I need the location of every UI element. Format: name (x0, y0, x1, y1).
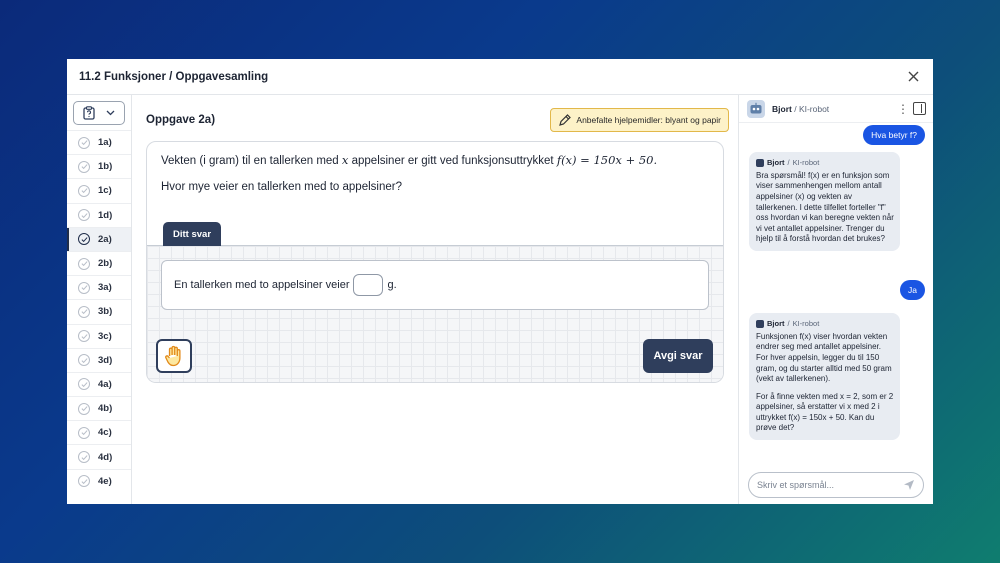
sidebar-task-label: 1c) (98, 185, 112, 197)
check-circle-icon (78, 233, 90, 246)
raised-hand-icon (165, 345, 181, 367)
sidebar-task-item[interactable]: 2b) (67, 250, 131, 275)
bot-message: Bjort / KI-robot Funksjonen f(x) viser hvo… (749, 313, 900, 440)
check-circle-icon (78, 136, 90, 149)
sidebar-task-label: 3a) (98, 282, 112, 294)
question-line-1: Vekten (i gram) til en tallerken med x a… (161, 153, 658, 167)
task-card: Vekten (i gram) til en tallerken med x a… (146, 141, 724, 383)
check-circle-icon (78, 330, 90, 343)
chat-bot-name: Bjort (772, 103, 792, 114)
sidebar-task-label: 4a) (98, 378, 112, 390)
sidebar-task-label: 3c) (98, 330, 112, 342)
more-options-icon[interactable]: ⋮ (897, 102, 909, 116)
sidebar-task-item[interactable]: 4c) (67, 420, 131, 444)
check-circle-icon (78, 378, 90, 391)
sidebar-task-label: 1b) (98, 161, 113, 173)
task-window: 11.2 Funksjoner / Oppgavesamling 1a) 1b) 1… (67, 59, 933, 504)
window-title: 11.2 Funksjoner / Oppgavesamling (79, 70, 269, 83)
sidebar-task-label: 3b) (98, 306, 113, 318)
recommended-tools-badge: Anbefalte hjelpemidler: blyant og papir (550, 108, 729, 132)
check-circle-icon (78, 209, 90, 222)
check-circle-icon (78, 402, 90, 415)
answer-input[interactable] (353, 274, 384, 296)
check-circle-icon (78, 257, 90, 270)
sidebar-task-item[interactable]: 3d) (67, 347, 131, 372)
task-list: 1a) 1b) 1c) 1d) 2a) 2b) 3a) 3b) 3c) 3d) 4a) 4b) 4c) 4… (67, 130, 131, 493)
chat-bot-role: KI-robot (798, 103, 830, 114)
title-bar: 11.2 Funksjoner / Oppgavesamling (67, 59, 933, 95)
sidebar-task-item[interactable]: 3b) (67, 299, 131, 323)
sidebar-task-item[interactable]: 1d) (67, 202, 131, 227)
bot-message: Bjort / KI-robot Bra spørsmål! f(x) er en … (749, 152, 900, 251)
sidebar-task-label: 2a) (98, 233, 112, 245)
tab-your-answer[interactable]: Ditt svar (163, 222, 222, 246)
user-message: Ja (900, 280, 925, 300)
check-circle-icon (78, 354, 90, 367)
math-formula: f(x) = 150x + 50. (556, 153, 658, 167)
sidebar-task-label: 4c) (98, 427, 112, 439)
raise-hand-button[interactable] (156, 339, 192, 373)
sidebar-task-item[interactable]: 3c) (67, 323, 131, 348)
sidebar-task-item[interactable]: 4e) (67, 468, 131, 493)
question-line-2: Hvor mye veier en tallerken med to appel… (161, 180, 402, 193)
clipboard-question-icon (83, 106, 95, 120)
chat-input[interactable]: Skriv et spørsmål... (748, 472, 924, 498)
close-icon (908, 71, 918, 82)
user-message: Hva betyr f? (863, 125, 925, 145)
chat-bot-role-sep: / (791, 103, 799, 114)
robot-icon (756, 319, 764, 328)
sidebar-task-item[interactable]: 1a) (67, 130, 131, 154)
chat-header: Bjort / KI-robot ⋮ (739, 95, 933, 123)
check-circle-icon (78, 451, 90, 464)
check-circle-icon (78, 305, 90, 318)
sidebar-task-item[interactable]: 4d) (67, 444, 131, 468)
sidebar-task-label: 4d) (98, 451, 113, 463)
bot-message-text: Bra spørsmål! f(x) er en funksjon som vi… (756, 170, 894, 244)
check-circle-icon (78, 281, 90, 294)
main-panel: Oppgave 2a) Anbefalte hjelpemidler: blya… (132, 95, 738, 504)
chevron-down-icon (106, 110, 115, 116)
recommended-tools-label: Anbefalte hjelpemidler: blyant og papir (576, 115, 721, 125)
answer-prefix: En tallerken med to appelsiner veier (174, 279, 350, 291)
sidebar-task-item[interactable]: 4a) (67, 371, 131, 396)
answer-tab-row: Ditt svar (147, 222, 723, 246)
sidebar-task-item[interactable]: 4b) (67, 396, 131, 420)
check-circle-icon (78, 475, 90, 488)
send-icon[interactable] (903, 479, 915, 491)
task-title: Oppgave 2a) (146, 114, 216, 126)
collapse-panel-icon[interactable] (913, 102, 926, 115)
sidebar-task-item[interactable]: 3a) (67, 275, 131, 299)
answer-sentence: En tallerken med to appelsiner veier g. (161, 260, 709, 310)
sidebar-task-label: 3d) (98, 354, 113, 366)
robot-avatar-icon (747, 99, 765, 118)
check-circle-icon (78, 426, 90, 439)
check-circle-icon (78, 160, 90, 173)
chat-input-placeholder: Skriv et spørsmål... (757, 480, 835, 490)
sidebar-task-label: 1a) (98, 137, 112, 149)
bot-message-text: Funksjonen f(x) viser hvordan vekten end… (756, 331, 892, 384)
submit-answer-button[interactable]: Avgi svar (643, 339, 713, 373)
answer-area: En tallerken med to appelsiner veier g. … (147, 246, 723, 382)
sidebar-task-item[interactable]: 1b) (67, 154, 131, 178)
robot-icon (756, 158, 764, 167)
pencil-icon (559, 113, 572, 126)
sidebar-task-label: 4b) (98, 403, 113, 415)
bot-message-text: For å finne vekten med x = 2, som er 2 a… (756, 391, 894, 433)
chat-messages: Hva betyr f? Bjort / KI-robot Bra spørsmål… (739, 123, 933, 466)
task-sidebar: 1a) 1b) 1c) 1d) 2a) 2b) 3a) 3b) 3c) 3d) 4a) 4b) 4c) 4… (67, 95, 132, 504)
math-variable: x (341, 153, 349, 167)
close-button[interactable] (905, 69, 921, 85)
task-picker-dropdown[interactable] (73, 101, 125, 125)
sidebar-task-item[interactable]: 2a) (67, 226, 131, 252)
check-circle-icon (78, 184, 90, 197)
sidebar-task-label: 2b) (98, 258, 113, 270)
sidebar-task-label: 4e) (98, 475, 112, 487)
sidebar-task-item[interactable]: 1c) (67, 178, 131, 202)
chat-panel: Bjort / KI-robot ⋮ Hva betyr f? Bjort / KI… (738, 95, 933, 504)
sidebar-task-label: 1d) (98, 209, 113, 221)
answer-suffix: g. (387, 279, 397, 291)
